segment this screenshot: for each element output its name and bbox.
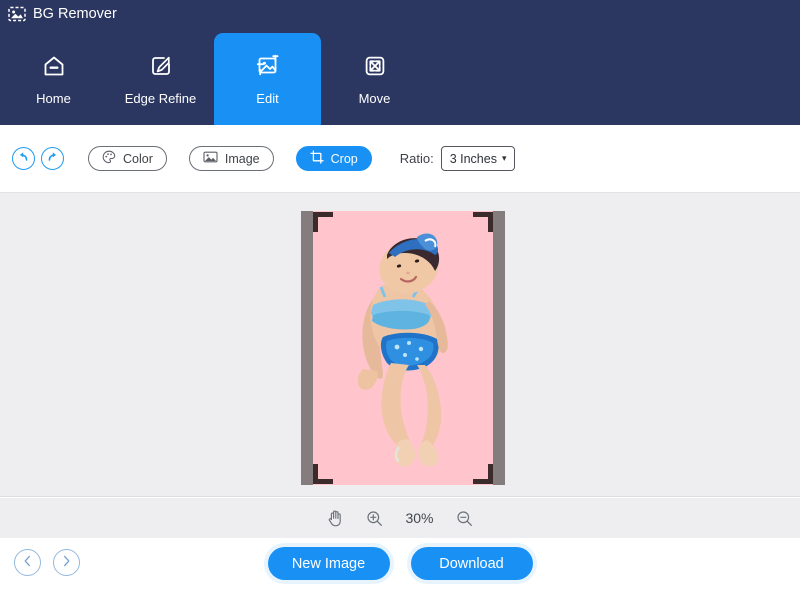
nav-item-label: Move <box>358 91 391 106</box>
chevron-down-icon: ▾ <box>501 153 507 163</box>
subject-photo <box>313 211 493 485</box>
undo-button[interactable] <box>12 147 35 170</box>
crop-button[interactable]: Crop <box>295 146 372 171</box>
nav-item-home[interactable]: Home <box>0 33 107 125</box>
redo-button[interactable] <box>41 147 64 170</box>
crop-button-label: Crop <box>330 151 358 166</box>
nav-item-label: Edge Refine <box>124 91 197 106</box>
nav-item-move[interactable]: Move <box>321 33 428 125</box>
app-title: BG Remover <box>33 6 117 22</box>
brand: BG Remover <box>8 5 117 23</box>
canvas-area[interactable] <box>0 193 800 497</box>
crop-frame-icon <box>309 150 324 167</box>
footer-bar: New Image Download <box>0 538 800 589</box>
move-arrows-icon <box>361 49 389 83</box>
ratio-label: Ratio: <box>399 151 434 166</box>
ratio-select[interactable]: 3 Inches ▾ <box>440 146 516 171</box>
zoom-out-icon[interactable] <box>456 510 473 527</box>
app-header: BG Remover Home Edge Refine Edit Move <box>0 0 800 125</box>
home-icon <box>40 49 68 83</box>
ratio-select-value: 3 Inches <box>449 151 497 166</box>
crop-handle-bottom-left[interactable] <box>313 464 333 484</box>
image-dashed-icon <box>8 5 26 23</box>
crop-handle-bottom-right[interactable] <box>473 464 493 484</box>
image-frame[interactable] <box>301 211 505 485</box>
action-buttons: New Image Download <box>0 547 800 580</box>
photo-canvas[interactable] <box>313 211 493 485</box>
edit-toolbar: Color Image Crop Ratio: 3 Inches ▾ <box>0 125 800 193</box>
image-crop-icon <box>253 49 283 83</box>
main-nav: Home Edge Refine Edit Move <box>0 33 428 125</box>
nav-item-edit[interactable]: Edit <box>214 33 321 125</box>
zoom-bar: 30% <box>0 498 800 538</box>
nav-item-label: Home <box>36 91 71 106</box>
image-button-label: Image <box>224 151 260 166</box>
download-button-label: Download <box>439 555 504 572</box>
zoom-in-icon[interactable] <box>366 510 383 527</box>
undo-arrow-icon <box>17 150 30 168</box>
zoom-level-value: 30% <box>405 510 434 526</box>
new-image-button[interactable]: New Image <box>267 547 390 580</box>
nav-item-label: Edit <box>256 91 279 106</box>
crop-handle-top-left[interactable] <box>313 212 333 232</box>
hand-tool-icon[interactable] <box>327 509 344 527</box>
bg-remover-window: BG Remover Home Edge Refine Edit Move Co… <box>0 0 800 589</box>
redo-arrow-icon <box>46 150 59 168</box>
palette-icon <box>102 150 116 167</box>
picture-icon <box>203 150 218 167</box>
image-button[interactable]: Image <box>188 146 274 171</box>
download-button[interactable]: Download <box>410 547 533 580</box>
color-button[interactable]: Color <box>88 146 167 171</box>
pen-square-icon <box>147 49 175 83</box>
new-image-button-label: New Image <box>291 555 366 572</box>
nav-item-edge-refine[interactable]: Edge Refine <box>107 33 214 125</box>
crop-handle-top-right[interactable] <box>473 212 493 232</box>
color-button-label: Color <box>123 151 153 166</box>
